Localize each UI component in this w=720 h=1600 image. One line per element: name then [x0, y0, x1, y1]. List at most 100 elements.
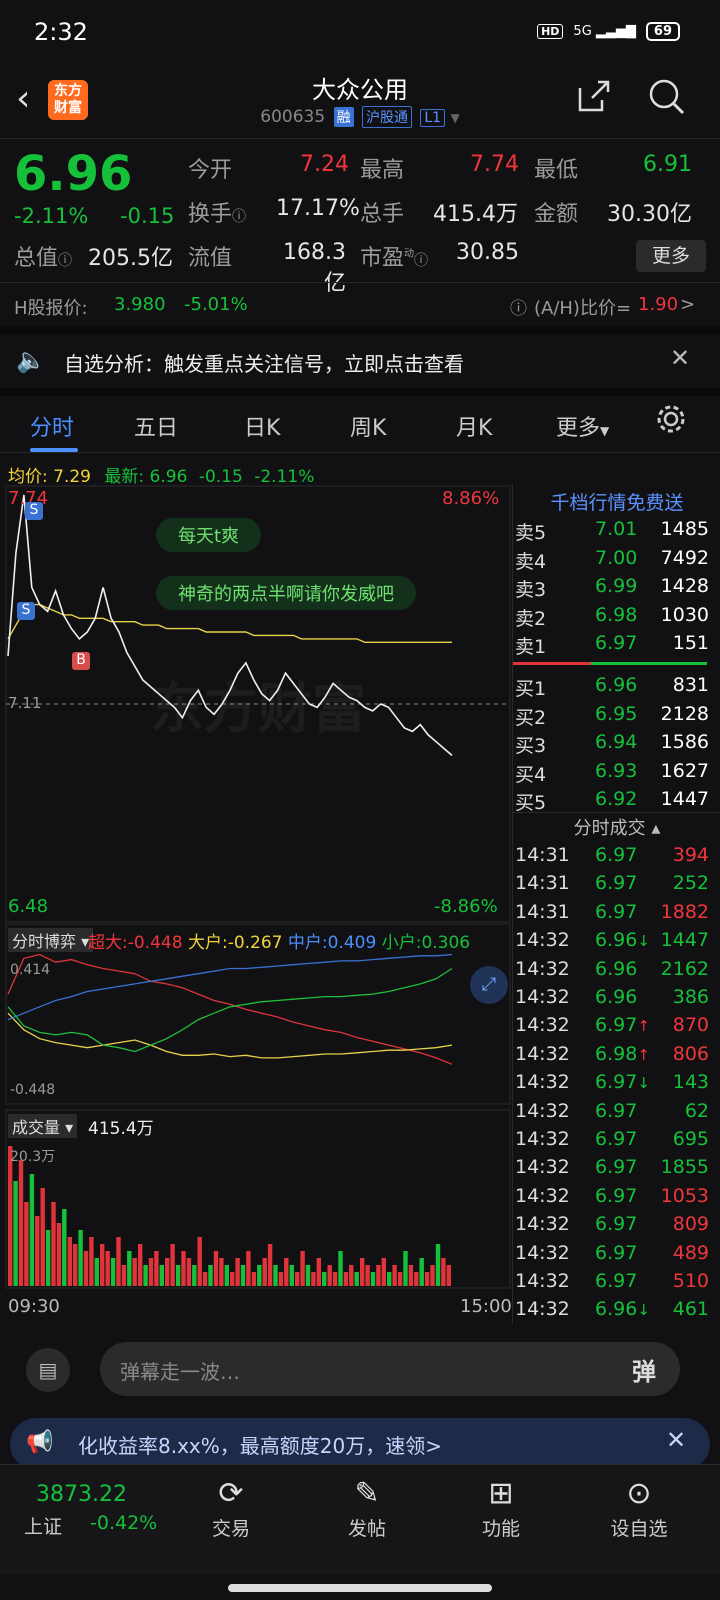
ob-price: 6.97 [595, 632, 638, 654]
nav-trade[interactable]: ⟳ 交易 [186, 1474, 276, 1541]
trade-row[interactable]: 14:32 6.98↑ 806 [513, 1043, 720, 1069]
danmaku-settings-icon[interactable]: ▤ [26, 1348, 70, 1392]
trade-row[interactable]: 14:31 6.97 1882 [513, 901, 720, 927]
trade-row[interactable]: 14:32 6.97 1855 [513, 1156, 720, 1182]
volume-bar [257, 1265, 262, 1286]
close-icon[interactable]: ✕ [666, 1426, 686, 1454]
tab-more[interactable]: 更多▼ [556, 410, 609, 442]
divider [0, 326, 720, 334]
ask-row[interactable]: 卖4 7.00 7492 [513, 547, 720, 573]
volume-bar [56, 1223, 62, 1286]
nav-post-label: 发帖 [347, 1518, 386, 1540]
trade-row[interactable]: 14:32 6.97 62 [513, 1100, 720, 1126]
nav-functions[interactable]: ⊞ 功能 [456, 1474, 546, 1541]
index-name[interactable]: 上证 [24, 1512, 62, 1539]
super-value: -0.448 [127, 933, 183, 953]
orderbook-promo[interactable]: 千档行情免费送 [513, 488, 720, 515]
search-icon[interactable] [648, 78, 686, 125]
ob-price: 6.98 [595, 603, 638, 626]
trade-row[interactable]: 14:32 6.97 695 [513, 1128, 720, 1154]
ad-banner[interactable]: 📢 化收益率8.xx%，最高额度20万，速领> ✕ [10, 1418, 710, 1470]
flow-selector[interactable]: 分时博弈 ▾ [8, 928, 94, 952]
ob-price: 6.96 [595, 986, 638, 1008]
sell-marker[interactable]: S [17, 602, 35, 620]
ob-volume: 386 [672, 986, 709, 1008]
tab-daily[interactable]: 日K [244, 410, 280, 442]
ask-row[interactable]: 卖2 6.98 1030 [513, 604, 720, 630]
ask-row[interactable]: 卖1 6.97 151 [513, 632, 720, 658]
more-button[interactable]: 更多 [636, 240, 706, 272]
dropdown-icon[interactable]: ▼ [451, 111, 460, 125]
flow-label: 分时博弈 [12, 932, 77, 951]
info-icon[interactable]: ⓘ [58, 253, 72, 269]
flow-bottom-label: -0.448 [10, 1082, 56, 1098]
bid-row[interactable]: 买5 6.92 1447 [513, 788, 720, 814]
close-icon[interactable]: ✕ [670, 344, 690, 372]
trade-row[interactable]: 14:32 6.96↓ 1447 [513, 929, 720, 955]
ob-price: 6.95 [595, 702, 638, 725]
trade-row[interactable]: 14:32 6.96 386 [513, 986, 720, 1012]
trade-row[interactable]: 14:32 6.97 489 [513, 1242, 720, 1268]
index-pct[interactable]: -0.42% [90, 1512, 157, 1534]
ob-volume: 1855 [660, 1156, 709, 1179]
comment-bubble[interactable]: 神奇的两点半啊请你发威吧 [156, 576, 416, 610]
comment-bubble[interactable]: 每天t爽 [156, 518, 262, 552]
volume-bar [419, 1258, 424, 1286]
danmaku-toggle-icon[interactable]: 弹 [632, 1352, 656, 1387]
index-value[interactable]: 3873.22 [36, 1482, 127, 1507]
stock-code-row[interactable]: 600635 融 沪股通 L1 ▼ [0, 106, 720, 128]
mid-price-label: 7.11 [8, 694, 42, 712]
volume-selector[interactable]: 成交量 ▾ [8, 1114, 78, 1138]
trade-row[interactable]: 14:32 6.97↑ 870 [513, 1014, 720, 1040]
bid-row[interactable]: 买1 6.96 831 [513, 674, 720, 700]
trade-row[interactable]: 14:31 6.97 394 [513, 844, 720, 870]
bid-row[interactable]: 买4 6.93 1627 [513, 760, 720, 786]
info-icon[interactable]: ⓘ [414, 253, 428, 269]
share-icon[interactable] [576, 78, 612, 123]
help-icon[interactable]: ⓘ [510, 294, 527, 319]
settings-icon[interactable] [654, 402, 688, 442]
comment-input[interactable]: 弹幕走一波… 弹 [100, 1342, 680, 1396]
ob-price: 6.97 [595, 844, 638, 866]
trade-row[interactable]: 14:32 6.96↓ 461 [513, 1298, 720, 1324]
volume-label: 成交量 [12, 1118, 61, 1137]
home-indicator[interactable] [228, 1584, 492, 1592]
super-label: 超大: [88, 933, 128, 953]
volume-bar [159, 1265, 164, 1286]
trade-row[interactable]: 14:32 6.97 1053 [513, 1185, 720, 1211]
divider [0, 388, 720, 396]
bid-row[interactable]: 买3 6.94 1586 [513, 731, 720, 757]
trade-row[interactable]: 14:32 6.96 2162 [513, 958, 720, 984]
volume-bar [365, 1265, 370, 1286]
ob-volume: 1586 [660, 731, 709, 753]
info-icon[interactable]: ⓘ [232, 209, 246, 225]
trades-header[interactable]: 分时成交 ▴ [513, 814, 720, 840]
volume-bar [127, 1251, 132, 1286]
tab-5day[interactable]: 五日 [134, 410, 178, 442]
trade-row[interactable]: 14:32 6.97↓ 143 [513, 1071, 720, 1097]
sell-marker[interactable]: S [25, 502, 43, 520]
volume-max-label: 20.3万 [10, 1149, 56, 1165]
volume-bar [121, 1265, 127, 1286]
ask-row[interactable]: 卖5 7.01 1485 [513, 518, 720, 544]
high-value: 7.74 [470, 152, 519, 177]
ah-ratio-label: (A/H)比价= [534, 298, 632, 319]
expand-icon[interactable]: ⤢ [470, 966, 508, 1004]
signal-banner[interactable]: 🔈 自选分析：触发重点关注信号，立即点击查看 ✕ [0, 342, 720, 388]
trade-row[interactable]: 14:31 6.97 252 [513, 872, 720, 898]
bid-row[interactable]: 买2 6.95 2128 [513, 703, 720, 729]
buy-marker[interactable]: B [72, 652, 90, 670]
tab-intraday[interactable]: 分时 [30, 410, 74, 442]
nav-add-watch[interactable]: ⊙ 设自选 [594, 1474, 684, 1541]
nav-post[interactable]: ✎ 发帖 [322, 1474, 412, 1541]
volume-bar [338, 1251, 343, 1286]
trade-row[interactable]: 14:32 6.97 809 [513, 1213, 720, 1239]
trade-row[interactable]: 14:32 6.97 510 [513, 1270, 720, 1296]
volume-bar [424, 1272, 430, 1286]
tab-weekly[interactable]: 周K [350, 410, 386, 442]
ob-label: 卖5 [515, 522, 547, 544]
ask-row[interactable]: 卖3 6.99 1428 [513, 575, 720, 601]
h-share-row[interactable]: H股报价: 3.980 -5.01% ⓘ (A/H)比价= 1.90 > [0, 292, 720, 328]
ob-volume: 2128 [660, 702, 709, 725]
tab-monthly[interactable]: 月K [456, 410, 492, 442]
